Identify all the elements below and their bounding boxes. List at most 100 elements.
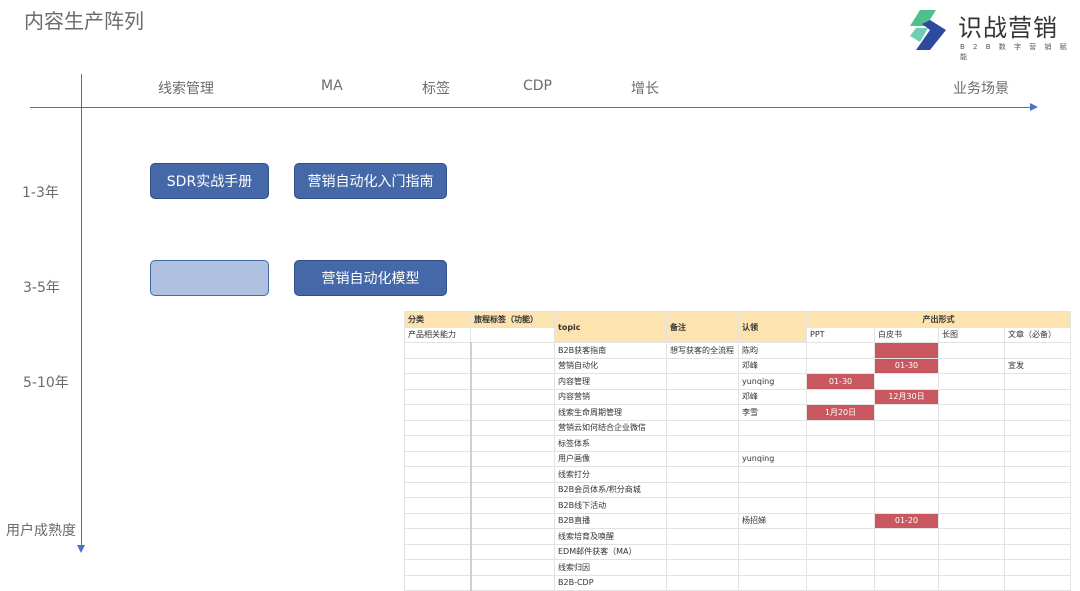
cell-infographic <box>938 512 1005 529</box>
cell-empty <box>469 574 555 591</box>
column-header-ma: MA <box>321 78 343 94</box>
table-row: 线索归因 <box>404 559 1071 576</box>
cell-empty <box>469 404 555 421</box>
cell-note <box>666 373 739 390</box>
cell-infographic <box>938 574 1005 591</box>
cell-article <box>1004 435 1071 452</box>
table-row: 内容营销 邓峰 12月30日 <box>404 388 1071 405</box>
subheader-product-capability: 产品相关能力 <box>404 326 471 343</box>
column-header-business-scenario: 业务场景 <box>953 81 1009 97</box>
cell-infographic <box>938 481 1005 498</box>
cell-article <box>1004 543 1071 560</box>
box-sdr-handbook: SDR实战手册 <box>150 163 269 199</box>
subheader-ppt: PPT <box>806 326 875 343</box>
cell-note <box>666 388 739 405</box>
cell-claim <box>738 559 807 576</box>
cell-claim <box>738 481 807 498</box>
cell-ppt: 1月20日 <box>806 404 875 421</box>
cell-article <box>1004 466 1071 483</box>
cell-note <box>666 435 739 452</box>
table-row: B2B直播 杨招娣 01-20 <box>404 512 1071 529</box>
cell-ppt <box>806 388 875 405</box>
cell-empty <box>469 481 555 498</box>
cell-ppt <box>806 435 875 452</box>
cell-article <box>1004 559 1071 576</box>
cell-whitepaper <box>874 450 939 467</box>
logo-tagline: B 2 B 数 字 营 销 赋 能 <box>960 43 1070 61</box>
cell-article <box>1004 419 1071 436</box>
cell-whitepaper <box>874 528 939 545</box>
cell-empty <box>404 388 471 405</box>
table-row: 营销自动化 邓峰 01-30 宣发 <box>404 357 1071 374</box>
cell-empty <box>469 450 555 467</box>
cell-whitepaper <box>874 404 939 421</box>
row-header-5-10-years: 5-10年 <box>23 375 69 391</box>
header-output-format: 产出形式 <box>806 311 1071 328</box>
cell-whitepaper: 01-30 <box>874 357 939 374</box>
cell-whitepaper <box>874 481 939 498</box>
cell-claim <box>738 497 807 514</box>
cell-empty <box>404 559 471 576</box>
cell-note <box>666 543 739 560</box>
cell-infographic <box>938 357 1005 374</box>
row-header-user-maturity: 用户成熟度 <box>6 523 76 539</box>
cell-empty <box>469 357 555 374</box>
header-journey-tag: 旅程标签（功能） <box>470 311 555 328</box>
cell-empty <box>404 342 471 359</box>
cell-infographic <box>938 373 1005 390</box>
table-row: B2B获客指南 想写获客的全流程 陈昀 <box>404 342 1071 359</box>
cell-empty <box>469 342 555 359</box>
box-ma-model: 营销自动化模型 <box>294 260 447 296</box>
cell-topic: B2B-CDP <box>554 574 667 591</box>
cell-topic: 线索打分 <box>554 466 667 483</box>
cell-topic: 营销自动化 <box>554 357 667 374</box>
cell-note <box>666 528 739 545</box>
cell-infographic <box>938 528 1005 545</box>
cell-article <box>1004 388 1071 405</box>
subheader-article: 文章（必备） <box>1004 326 1071 343</box>
cell-article: 宣发 <box>1004 357 1071 374</box>
subheader-infographic: 长图 <box>938 326 1005 343</box>
x-axis-line <box>30 107 1032 108</box>
table-body: B2B获客指南 想写获客的全流程 陈昀 营销自动化 邓峰 01-30 宣发 内容管理 yunqi… <box>404 342 1071 591</box>
y-axis-line <box>81 74 82 546</box>
cell-ppt <box>806 342 875 359</box>
cell-empty <box>404 466 471 483</box>
cell-empty <box>469 435 555 452</box>
cell-whitepaper <box>874 466 939 483</box>
cell-article <box>1004 574 1071 591</box>
table-row: 用户画像 yunqing <box>404 450 1071 467</box>
cell-claim: 杨招娣 <box>738 512 807 529</box>
cell-infographic <box>938 419 1005 436</box>
cell-empty <box>404 497 471 514</box>
cell-article <box>1004 450 1071 467</box>
cell-empty <box>404 419 471 436</box>
cell-empty <box>404 528 471 545</box>
cell-ppt <box>806 512 875 529</box>
cell-empty <box>404 435 471 452</box>
cell-whitepaper <box>874 342 939 359</box>
table-header-row: 分类 旅程标签（功能） topic 备注 认领 产出形式 <box>404 311 1071 343</box>
cell-empty <box>469 373 555 390</box>
table-row: 营销云如何结合企业微信 <box>404 419 1071 436</box>
cell-infographic <box>938 543 1005 560</box>
cell-whitepaper <box>874 497 939 514</box>
column-header-cdp: CDP <box>523 78 552 94</box>
table-row: 线索生命周期管理 李雪 1月20日 <box>404 404 1071 421</box>
cell-note <box>666 466 739 483</box>
cell-infographic <box>938 497 1005 514</box>
cell-note <box>666 450 739 467</box>
cell-topic: B2B获客指南 <box>554 342 667 359</box>
cell-note <box>666 481 739 498</box>
cell-topic: 线索生命周期管理 <box>554 404 667 421</box>
cell-whitepaper: 01-20 <box>874 512 939 529</box>
cell-note <box>666 574 739 591</box>
cell-claim: yunqing <box>738 450 807 467</box>
cell-note: 想写获客的全流程 <box>666 342 739 359</box>
cell-ppt <box>806 528 875 545</box>
x-axis-arrow-icon <box>1030 103 1038 111</box>
row-header-1-3-years: 1-3年 <box>22 185 59 201</box>
column-header-lead-management: 线索管理 <box>158 81 214 97</box>
cell-empty <box>404 512 471 529</box>
cell-topic: 用户画像 <box>554 450 667 467</box>
